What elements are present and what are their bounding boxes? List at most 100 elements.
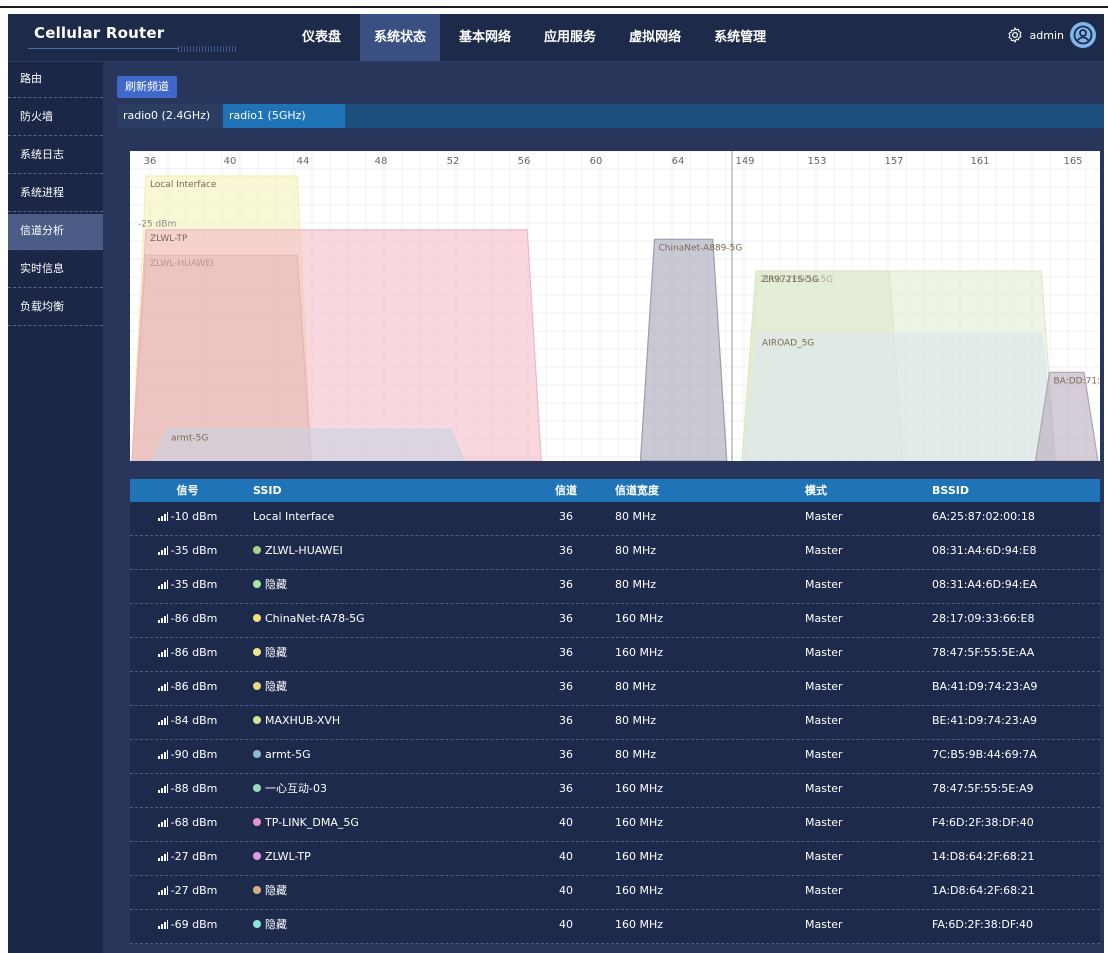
x-tick-label: 40	[224, 156, 237, 167]
table-row[interactable]: -86 dBm ChinaNet-fA78-5G 36 160 MHz Master 28…	[130, 604, 1100, 638]
bssid-cell: F4:6D:2F:38:DF:40	[932, 816, 1034, 829]
mode-cell: Master	[805, 544, 843, 557]
bssid-cell: FA:6D:2F:38:DF:40	[932, 918, 1034, 931]
col-width[interactable]: 信道宽度	[597, 479, 747, 502]
nav-system-status[interactable]: 系统状态	[360, 14, 441, 61]
color-dot-icon	[253, 648, 261, 656]
col-ssid[interactable]: SSID	[245, 479, 535, 502]
table-row[interactable]: -90 dBm armt-5G 36 80 MHz Master 7C:B5:9B:44:…	[130, 740, 1100, 774]
sidebar-item-firewall[interactable]: 防火墙	[8, 100, 103, 136]
table-row[interactable]: -86 dBm 隐藏 36 160 MHz Master 78:47:5F:55:5E:A…	[130, 638, 1100, 672]
ssid-cell: ZLWL-HUAWEI	[245, 536, 535, 569]
table-row[interactable]: -27 dBm 隐藏 40 160 MHz Master 1A:D8:64:2F:68:2…	[130, 876, 1100, 910]
mode-cell: Master	[805, 612, 843, 625]
ssid-cell: 隐藏	[245, 638, 535, 671]
x-tick-label: 48	[375, 156, 388, 167]
table-header: 信号 SSID 信道 信道宽度 模式 BSSID	[130, 479, 1100, 502]
signal-bars-icon	[157, 749, 168, 759]
signal-cell: -27 dBm	[130, 876, 245, 909]
series-label: Local Interface	[150, 180, 217, 190]
avatar[interactable]	[1070, 22, 1096, 48]
signal-bars-icon	[157, 817, 168, 827]
table-row[interactable]: -27 dBm ZLWL-TP 40 160 MHz Master 14:D8:64:2F…	[130, 842, 1100, 876]
series-label: armt-5G	[171, 433, 208, 443]
sidebar-item-processes[interactable]: 系统进程	[8, 176, 103, 212]
ssid-cell: ZLWL-TP	[245, 842, 535, 875]
signal-cell: -88 dBm	[130, 774, 245, 807]
col-signal[interactable]: 信号	[130, 479, 245, 502]
ssid-value: 隐藏	[265, 918, 287, 931]
x-tick-label: 56	[518, 156, 531, 167]
x-tick-label: 165	[1063, 156, 1082, 167]
nav-dashboard[interactable]: 仪表盘	[288, 14, 355, 61]
ssid-cell: Local Interface	[245, 502, 535, 535]
channel-chart: Local InterfaceZLWL-HUAWEIZLWL-TPChinaNe…	[130, 151, 1100, 461]
series-area	[131, 229, 542, 461]
ssid-value: 隐藏	[265, 680, 287, 693]
sidebar-item-realtime[interactable]: 实时信息	[8, 252, 103, 288]
color-dot-icon	[253, 716, 261, 724]
width-cell: 160 MHz	[615, 884, 664, 897]
signal-cell: -68 dBm	[130, 808, 245, 841]
bssid-cell: 78:47:5F:55:5E:AA	[932, 646, 1035, 659]
signal-value: -10 dBm	[170, 510, 218, 523]
gear-icon[interactable]	[1006, 26, 1024, 44]
signal-value: -88 dBm	[170, 782, 218, 795]
network-table: 信号 SSID 信道 信道宽度 模式 BSSID -10 dBm Local In…	[130, 479, 1100, 944]
nav-virtual-network[interactable]: 虚拟网络	[615, 14, 695, 61]
width-cell: 160 MHz	[615, 816, 664, 829]
sidebar-item-channel-analysis[interactable]: 信道分析	[8, 214, 103, 250]
sidebar-item-system-log[interactable]: 系统日志	[8, 138, 103, 174]
col-mode[interactable]: 模式	[747, 479, 907, 502]
tab-radio1[interactable]: radio1 (5GHz)	[223, 104, 345, 128]
table-row[interactable]: -88 dBm 一心互动-03 36 160 MHz Master 78:47:5F:55…	[130, 774, 1100, 808]
nav-basic-network[interactable]: 基本网络	[445, 14, 525, 61]
x-tick-label: 153	[807, 156, 826, 167]
color-dot-icon	[253, 852, 261, 860]
table-row[interactable]: -35 dBm 隐藏 36 80 MHz Master 08:31:A4:6D:94:EA	[130, 570, 1100, 604]
channel-cell: 40	[559, 884, 573, 897]
signal-bars-icon	[157, 511, 168, 521]
ssid-cell: 隐藏	[245, 876, 535, 909]
nav-system-admin[interactable]: 系统管理	[700, 14, 780, 61]
color-dot-icon	[253, 818, 261, 826]
color-dot-icon	[253, 546, 261, 554]
mode-cell: Master	[805, 884, 843, 897]
signal-bars-icon	[157, 885, 168, 895]
bssid-cell: 78:47:5F:55:5E:A9	[932, 782, 1034, 795]
ssid-value: ChinaNet-fA78-5G	[265, 612, 365, 625]
table-row[interactable]: -68 dBm TP-LINK_DMA_5G 40 160 MHz Master F4:6…	[130, 808, 1100, 842]
sidebar-item-routing[interactable]: 路由	[8, 62, 103, 98]
ssid-value: 隐藏	[265, 578, 287, 591]
channel-cell: 36	[559, 782, 573, 795]
signal-value: -27 dBm	[170, 884, 218, 897]
nav-app-services[interactable]: 应用服务	[530, 14, 610, 61]
table-row[interactable]: -69 dBm 隐藏 40 160 MHz Master FA:6D:2F:38:DF:4…	[130, 910, 1100, 944]
mode-cell: Master	[805, 714, 843, 727]
col-channel[interactable]: 信道	[535, 479, 597, 502]
brand-title: Cellular Router	[34, 24, 165, 42]
signal-value: -27 dBm	[170, 850, 218, 863]
signal-cell: -86 dBm	[130, 604, 245, 637]
col-bssid[interactable]: BSSID	[907, 479, 1100, 502]
mode-cell: Master	[805, 782, 843, 795]
color-dot-icon	[253, 614, 261, 622]
channel-cell: 36	[559, 646, 573, 659]
width-cell: 80 MHz	[615, 748, 657, 761]
x-tick-label: 64	[672, 156, 685, 167]
user-icon	[1073, 25, 1093, 45]
sidebar-item-load-balance[interactable]: 负载均衡	[8, 290, 103, 326]
refresh-channel-button[interactable]: 刷新频道	[117, 76, 177, 98]
signal-value: -86 dBm	[170, 680, 218, 693]
username-label[interactable]: admin	[1030, 29, 1064, 42]
ssid-value: MAXHUB-XVH	[265, 714, 341, 727]
tab-radio0[interactable]: radio0 (2.4GHz)	[117, 104, 227, 128]
table-row[interactable]: -84 dBm MAXHUB-XVH 36 80 MHz Master BE:41:D9:…	[130, 706, 1100, 740]
mode-cell: Master	[805, 578, 843, 591]
table-row[interactable]: -86 dBm 隐藏 36 80 MHz Master BA:41:D9:74:23:A9	[130, 672, 1100, 706]
table-row[interactable]: -35 dBm ZLWL-HUAWEI 36 80 MHz Master 08:31:A4…	[130, 536, 1100, 570]
signal-cell: -86 dBm	[130, 638, 245, 671]
signal-bars-icon	[157, 681, 168, 691]
table-row[interactable]: -10 dBm Local Interface 36 80 MHz Master 6A:2…	[130, 502, 1100, 536]
signal-bars-icon	[157, 851, 168, 861]
